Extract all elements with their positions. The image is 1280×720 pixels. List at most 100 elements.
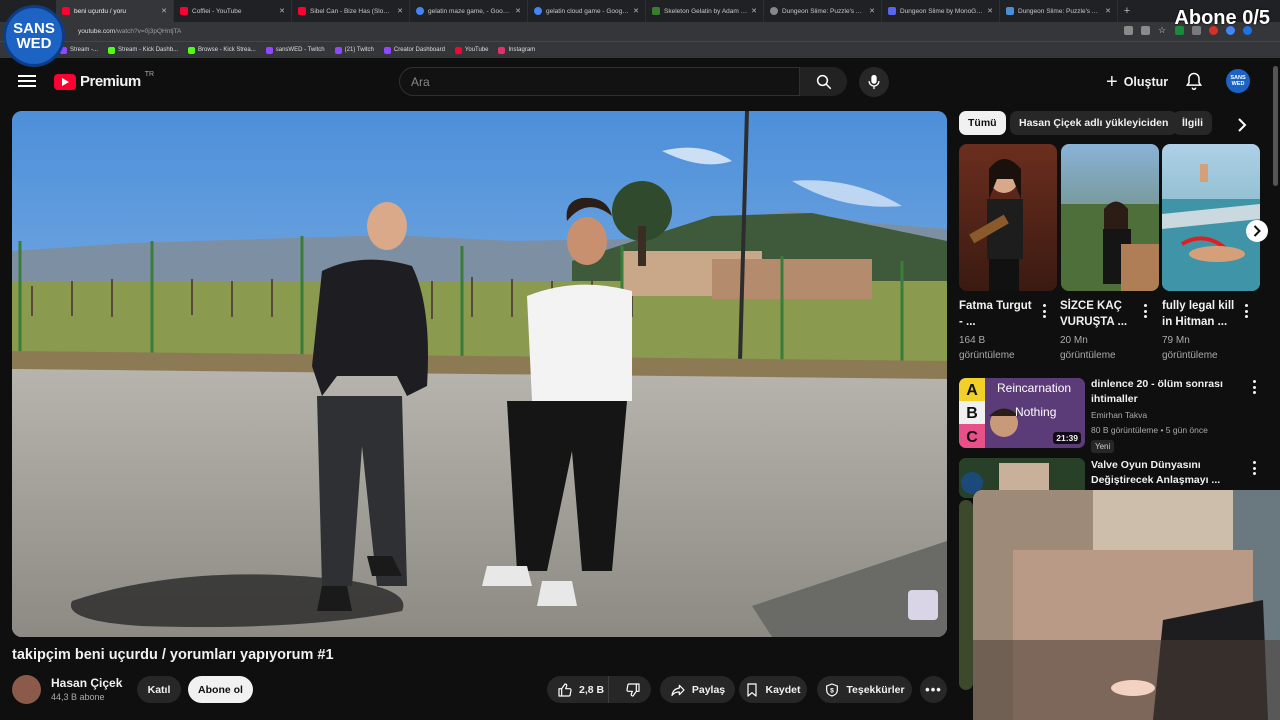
short-views: 20 Mn görüntüleme: [1060, 335, 1116, 361]
more-vertical-icon[interactable]: [1251, 461, 1257, 475]
thumb-text: Reincarnation: [997, 381, 1071, 395]
url-text[interactable]: youtube.com/watch?v=0j3pQHntjTA: [78, 28, 181, 35]
close-tab-icon[interactable]: ✕: [869, 7, 875, 15]
video-title[interactable]: dinlence 20 - ölüm sonrası ihtimaller: [1091, 377, 1241, 407]
short-title[interactable]: SİZCE KAÇ VURUŞTA ...: [1060, 298, 1136, 330]
logo-text: Premium: [80, 73, 141, 90]
close-tab-icon[interactable]: ✕: [515, 7, 521, 15]
close-tab-icon[interactable]: ✕: [633, 7, 639, 15]
tab-title: Dungeon Slime: Puzzle's Adven: [782, 7, 866, 15]
bookmark-favicon-icon: [265, 46, 273, 54]
url-path: /watch?v=0j3pQHntjTA: [115, 28, 182, 35]
tab-title: beni uçurdu / yoru: [74, 7, 127, 15]
video-player[interactable]: [12, 111, 947, 637]
dislike-button[interactable]: [615, 676, 651, 703]
thanks-label: Teşekkürler: [846, 683, 905, 696]
logo-line-1: SANS: [13, 20, 55, 37]
bookmark-item[interactable]: YouTube: [454, 46, 488, 54]
youtube-favicon-icon: [180, 7, 188, 15]
google-favicon-icon: [770, 7, 778, 15]
short-thumbnail[interactable]: [1061, 144, 1159, 291]
channel-name[interactable]: Hasan Çiçek: [51, 676, 122, 690]
share-button[interactable]: Paylaş: [660, 676, 735, 703]
zoom-icon[interactable]: [1124, 26, 1133, 35]
bookmark-item[interactable]: Browse - Kick Strea...: [188, 46, 256, 54]
bookmark-item[interactable]: sansWED - Twitch: [265, 46, 325, 54]
close-tab-icon[interactable]: ✕: [397, 7, 403, 15]
avatar-line-2: WED: [1231, 81, 1245, 87]
shorts-next-button[interactable]: [1246, 220, 1268, 242]
voice-search-button[interactable]: [859, 67, 889, 97]
chip-related[interactable]: İlgili: [1173, 111, 1212, 135]
tab-title: Skeleton Gelatin by Adam Saltz: [664, 7, 748, 15]
like-button[interactable]: 2,8 B: [547, 676, 610, 703]
bookmark-item[interactable]: (21) Twitch: [334, 46, 374, 54]
video-title: takipçim beni uçurdu / yorumları yapıyor…: [12, 647, 334, 663]
new-badge: Yeni: [1091, 440, 1115, 453]
bookmark-item[interactable]: Stream -...: [60, 46, 98, 54]
close-tab-icon[interactable]: ✕: [1105, 7, 1111, 15]
chevron-right-icon[interactable]: [1232, 115, 1252, 135]
join-button[interactable]: Katıl: [137, 676, 181, 703]
like-count: 2,8 B: [579, 683, 605, 696]
channel-watermark[interactable]: [908, 590, 938, 620]
video-thumbnail[interactable]: A B C Reincarnation Nothing 21:39: [959, 378, 1085, 448]
menu-icon[interactable]: [18, 72, 36, 88]
more-vertical-icon[interactable]: [1243, 304, 1249, 318]
more-actions-button[interactable]: •••: [920, 676, 947, 703]
page-scrollbar[interactable]: [1273, 66, 1278, 186]
more-vertical-icon[interactable]: [1251, 380, 1257, 394]
youtube-favicon-icon: [62, 7, 70, 15]
video-title[interactable]: Valve Oyun Dünyasını Değiştirecek Anlaşm…: [1091, 458, 1241, 488]
thanks-button[interactable]: $ Teşekkürler: [817, 676, 912, 703]
itch-favicon-icon: [652, 7, 660, 15]
short-thumbnail[interactable]: [1162, 144, 1260, 291]
video-channel[interactable]: Emirhan Takva: [1091, 410, 1147, 420]
bookmark-item[interactable]: Stream - Kick Dashb...: [108, 46, 179, 54]
bookmark-star-icon[interactable]: ☆: [1158, 26, 1167, 35]
short-title[interactable]: fully legal kill in Hitman ...: [1162, 298, 1238, 330]
bookmark-item[interactable]: Instagram: [498, 46, 536, 54]
subscribe-button[interactable]: Abone ol: [188, 676, 253, 703]
account-avatar[interactable]: SANS WED: [1226, 69, 1250, 93]
browser-tab[interactable]: Dungeon Slime: Puzzle's Adven ✕: [1000, 0, 1118, 22]
cast-icon[interactable]: [1141, 26, 1150, 35]
thumb-letter: A: [966, 382, 978, 399]
browser-tab[interactable]: Skeleton Gelatin by Adam Saltz ✕: [646, 0, 764, 22]
address-bar[interactable]: youtube.com/watch?v=0j3pQHntjTA ☆: [0, 22, 1280, 41]
short-image: [1061, 201, 1159, 291]
new-tab-button[interactable]: +: [1118, 5, 1136, 17]
short-title[interactable]: Fatma Turgut - ...: [959, 298, 1035, 330]
bookmark-item[interactable]: Creator Dashboard: [383, 46, 445, 54]
save-button[interactable]: Kaydet: [739, 676, 807, 703]
youtube-logo[interactable]: Premium TR: [54, 71, 154, 90]
video-thumbnail[interactable]: [959, 500, 973, 690]
close-tab-icon[interactable]: ✕: [751, 7, 757, 15]
chip-all[interactable]: Tümü: [959, 111, 1006, 135]
browser-tab[interactable]: gelatin cloud game - Google'd ✕: [528, 0, 646, 22]
browser-tab[interactable]: Coffiei - YouTube ✕: [174, 0, 292, 22]
thumbs-up-icon: [558, 682, 572, 697]
short-thumbnail[interactable]: [959, 144, 1057, 291]
browser-tab[interactable]: Dungeon Slime: Puzzle's Adven ✕: [764, 0, 882, 22]
subscriber-goal: Abone 0/5: [1174, 7, 1270, 29]
create-button[interactable]: + Oluştur: [1098, 68, 1176, 96]
browser-tab[interactable]: Dungeon Slime by MonoGame ✕: [882, 0, 1000, 22]
close-tab-icon[interactable]: ✕: [161, 7, 167, 15]
search-button[interactable]: [800, 67, 847, 96]
search-icon: [816, 74, 831, 89]
close-tab-icon[interactable]: ✕: [987, 7, 993, 15]
notifications-bell-icon[interactable]: [1184, 71, 1204, 91]
close-tab-icon[interactable]: ✕: [279, 7, 285, 15]
channel-avatar[interactable]: [12, 675, 41, 704]
plus-icon: +: [1106, 71, 1118, 93]
more-vertical-icon[interactable]: [1041, 304, 1047, 318]
search-input[interactable]: Ara: [399, 67, 800, 96]
bookmark-label: Instagram: [508, 47, 536, 53]
chip-from-uploader[interactable]: Hasan Çiçek adlı yükleyiciden: [1010, 111, 1178, 135]
browser-tab[interactable]: Sibel Can - Bize Has (Slowed - ✕: [292, 0, 410, 22]
browser-tab[interactable]: gelatin maze game, - Google'd ✕: [410, 0, 528, 22]
more-vertical-icon[interactable]: [1142, 304, 1148, 318]
bookmark-label: Stream - Kick Dashb...: [118, 47, 179, 53]
browser-tab[interactable]: beni uçurdu / yoru ✕: [56, 0, 174, 22]
